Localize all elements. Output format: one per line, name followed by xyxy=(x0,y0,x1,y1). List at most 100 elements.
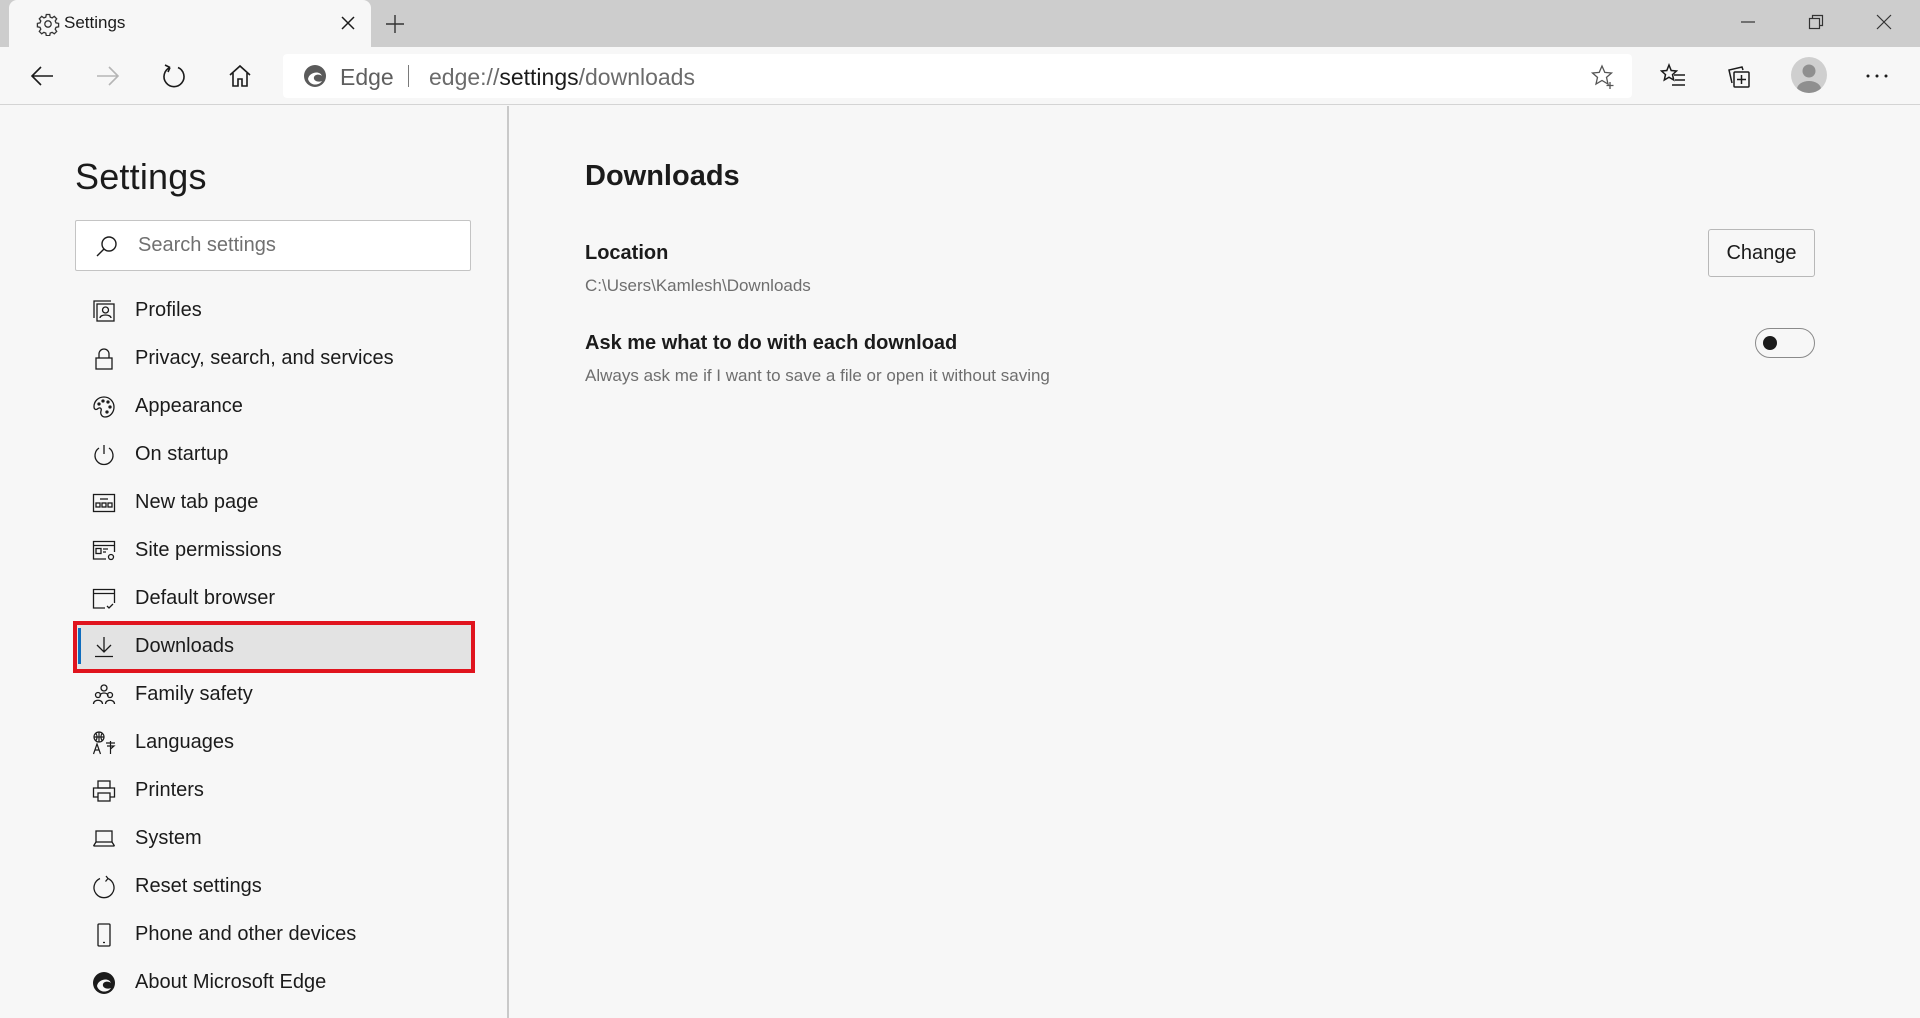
profile-avatar[interactable] xyxy=(1791,57,1827,93)
sidebar-item-label: Phone and other devices xyxy=(135,923,357,945)
collections-button[interactable] xyxy=(1722,58,1758,94)
plus-icon xyxy=(386,15,404,33)
download-icon xyxy=(92,635,116,659)
sidebar-item-default-browser[interactable]: Default browser xyxy=(75,575,473,623)
sidebar-item-label: Profiles xyxy=(135,299,202,321)
browser-toolbar: Edge edge://settings/downloads xyxy=(0,47,1920,105)
minimize-icon xyxy=(1741,21,1755,23)
printer-icon xyxy=(92,779,116,803)
home-button[interactable] xyxy=(222,58,258,94)
settings-sidebar: Settings Profiles Privacy, search, and s… xyxy=(0,106,509,1018)
sidebar-item-label: New tab page xyxy=(135,491,259,513)
sidebar-item-system[interactable]: System xyxy=(75,815,473,863)
sidebar-item-label: Printers xyxy=(135,779,204,801)
restore-icon xyxy=(1808,14,1824,30)
tab-strip: Settings xyxy=(0,0,1920,47)
sidebar-item-on-startup[interactable]: On startup xyxy=(75,431,473,479)
edge-logo-icon xyxy=(92,971,116,995)
toggle-knob xyxy=(1763,336,1777,350)
sidebar-item-label: Reset settings xyxy=(135,875,262,897)
address-bar[interactable]: Edge edge://settings/downloads xyxy=(283,54,1632,98)
favorites-button[interactable] xyxy=(1655,58,1691,94)
change-location-button[interactable]: Change xyxy=(1708,229,1815,277)
sidebar-item-label: Family safety xyxy=(135,683,253,705)
search-box[interactable] xyxy=(75,220,471,271)
edge-logo-icon xyxy=(303,64,327,88)
page-title: Downloads xyxy=(585,160,740,192)
close-icon xyxy=(341,16,355,30)
new-tab-page-icon xyxy=(92,491,116,515)
url-text[interactable]: edge://settings/downloads xyxy=(429,64,695,91)
url-host: settings xyxy=(499,64,579,90)
tab-settings[interactable]: Settings xyxy=(9,0,371,47)
sidebar-item-about-edge[interactable]: About Microsoft Edge xyxy=(75,959,473,1007)
search-input[interactable] xyxy=(138,221,458,270)
tab-title: Settings xyxy=(64,13,126,32)
arrow-right-icon xyxy=(97,66,120,86)
refresh-icon xyxy=(163,64,185,88)
sidebar-item-new-tab-page[interactable]: New tab page xyxy=(75,479,473,527)
sidebar-item-label: Appearance xyxy=(135,395,243,417)
new-tab-button[interactable] xyxy=(381,10,409,38)
site-label: Edge xyxy=(340,64,394,90)
sidebar-item-printers[interactable]: Printers xyxy=(75,767,473,815)
minimize-button[interactable] xyxy=(1714,0,1782,44)
collections-icon xyxy=(1728,66,1750,88)
sidebar-item-appearance[interactable]: Appearance xyxy=(75,383,473,431)
ask-download-toggle[interactable] xyxy=(1755,328,1815,358)
close-icon xyxy=(1876,14,1892,30)
reset-icon xyxy=(92,875,116,899)
sidebar-item-label: On startup xyxy=(135,443,229,465)
settings-content: Downloads Location C:\Users\Kamlesh\Down… xyxy=(511,106,1920,1018)
star-plus-icon xyxy=(1590,64,1614,89)
default-browser-icon xyxy=(92,587,116,611)
tab-close-button[interactable] xyxy=(336,11,360,35)
sidebar-item-label: Downloads xyxy=(135,635,234,657)
gear-icon xyxy=(36,12,60,36)
restore-button[interactable] xyxy=(1782,0,1850,44)
site-permissions-icon xyxy=(92,539,116,563)
window-close-button[interactable] xyxy=(1850,0,1918,44)
sidebar-item-profiles[interactable]: Profiles xyxy=(75,287,473,335)
palette-icon xyxy=(92,395,116,419)
laptop-icon xyxy=(92,827,116,851)
sidebar-item-privacy[interactable]: Privacy, search, and services xyxy=(75,335,473,383)
arrow-left-icon xyxy=(30,66,53,86)
sidebar-item-phone-devices[interactable]: Phone and other devices xyxy=(75,911,473,959)
sidebar-item-downloads[interactable]: Downloads xyxy=(73,621,475,673)
sidebar-item-site-permissions[interactable]: Site permissions xyxy=(75,527,473,575)
url-prefix: edge:// xyxy=(429,64,500,90)
home-icon xyxy=(229,64,251,87)
forward-button[interactable] xyxy=(90,58,126,94)
sidebar-item-label: About Microsoft Edge xyxy=(135,971,327,993)
more-button[interactable] xyxy=(1859,58,1895,94)
add-favorite-button[interactable] xyxy=(1590,64,1616,90)
sidebar-item-languages[interactable]: Languages xyxy=(75,719,473,767)
settings-menu: Profiles Privacy, search, and services A… xyxy=(73,287,475,1007)
favorites-list-icon xyxy=(1660,63,1685,86)
sidebar-item-label: Default browser xyxy=(135,587,276,609)
sidebar-item-label: Languages xyxy=(135,731,234,753)
more-horizontal-icon xyxy=(1866,74,1888,78)
lock-icon xyxy=(92,347,116,371)
sidebar-item-label: Site permissions xyxy=(135,539,282,561)
location-label: Location xyxy=(585,242,669,264)
url-path: /downloads xyxy=(578,64,695,90)
power-icon xyxy=(92,443,116,467)
search-icon xyxy=(95,234,119,258)
address-separator xyxy=(408,65,409,87)
ask-download-label: Ask me what to do with each download xyxy=(585,332,958,354)
user-icon xyxy=(1797,64,1821,93)
sidebar-title: Settings xyxy=(75,156,207,197)
sidebar-item-label: Privacy, search, and services xyxy=(135,347,394,369)
back-button[interactable] xyxy=(24,58,60,94)
phone-icon xyxy=(92,923,116,947)
location-path: C:\Users\Kamlesh\Downloads xyxy=(585,276,811,295)
sidebar-item-family-safety[interactable]: Family safety xyxy=(75,671,473,719)
sidebar-item-reset-settings[interactable]: Reset settings xyxy=(75,863,473,911)
refresh-button[interactable] xyxy=(156,58,192,94)
sidebar-item-label: System xyxy=(135,827,202,849)
profiles-icon xyxy=(92,299,116,323)
ask-download-description: Always ask me if I want to save a file o… xyxy=(585,366,1050,385)
family-icon xyxy=(92,683,116,707)
